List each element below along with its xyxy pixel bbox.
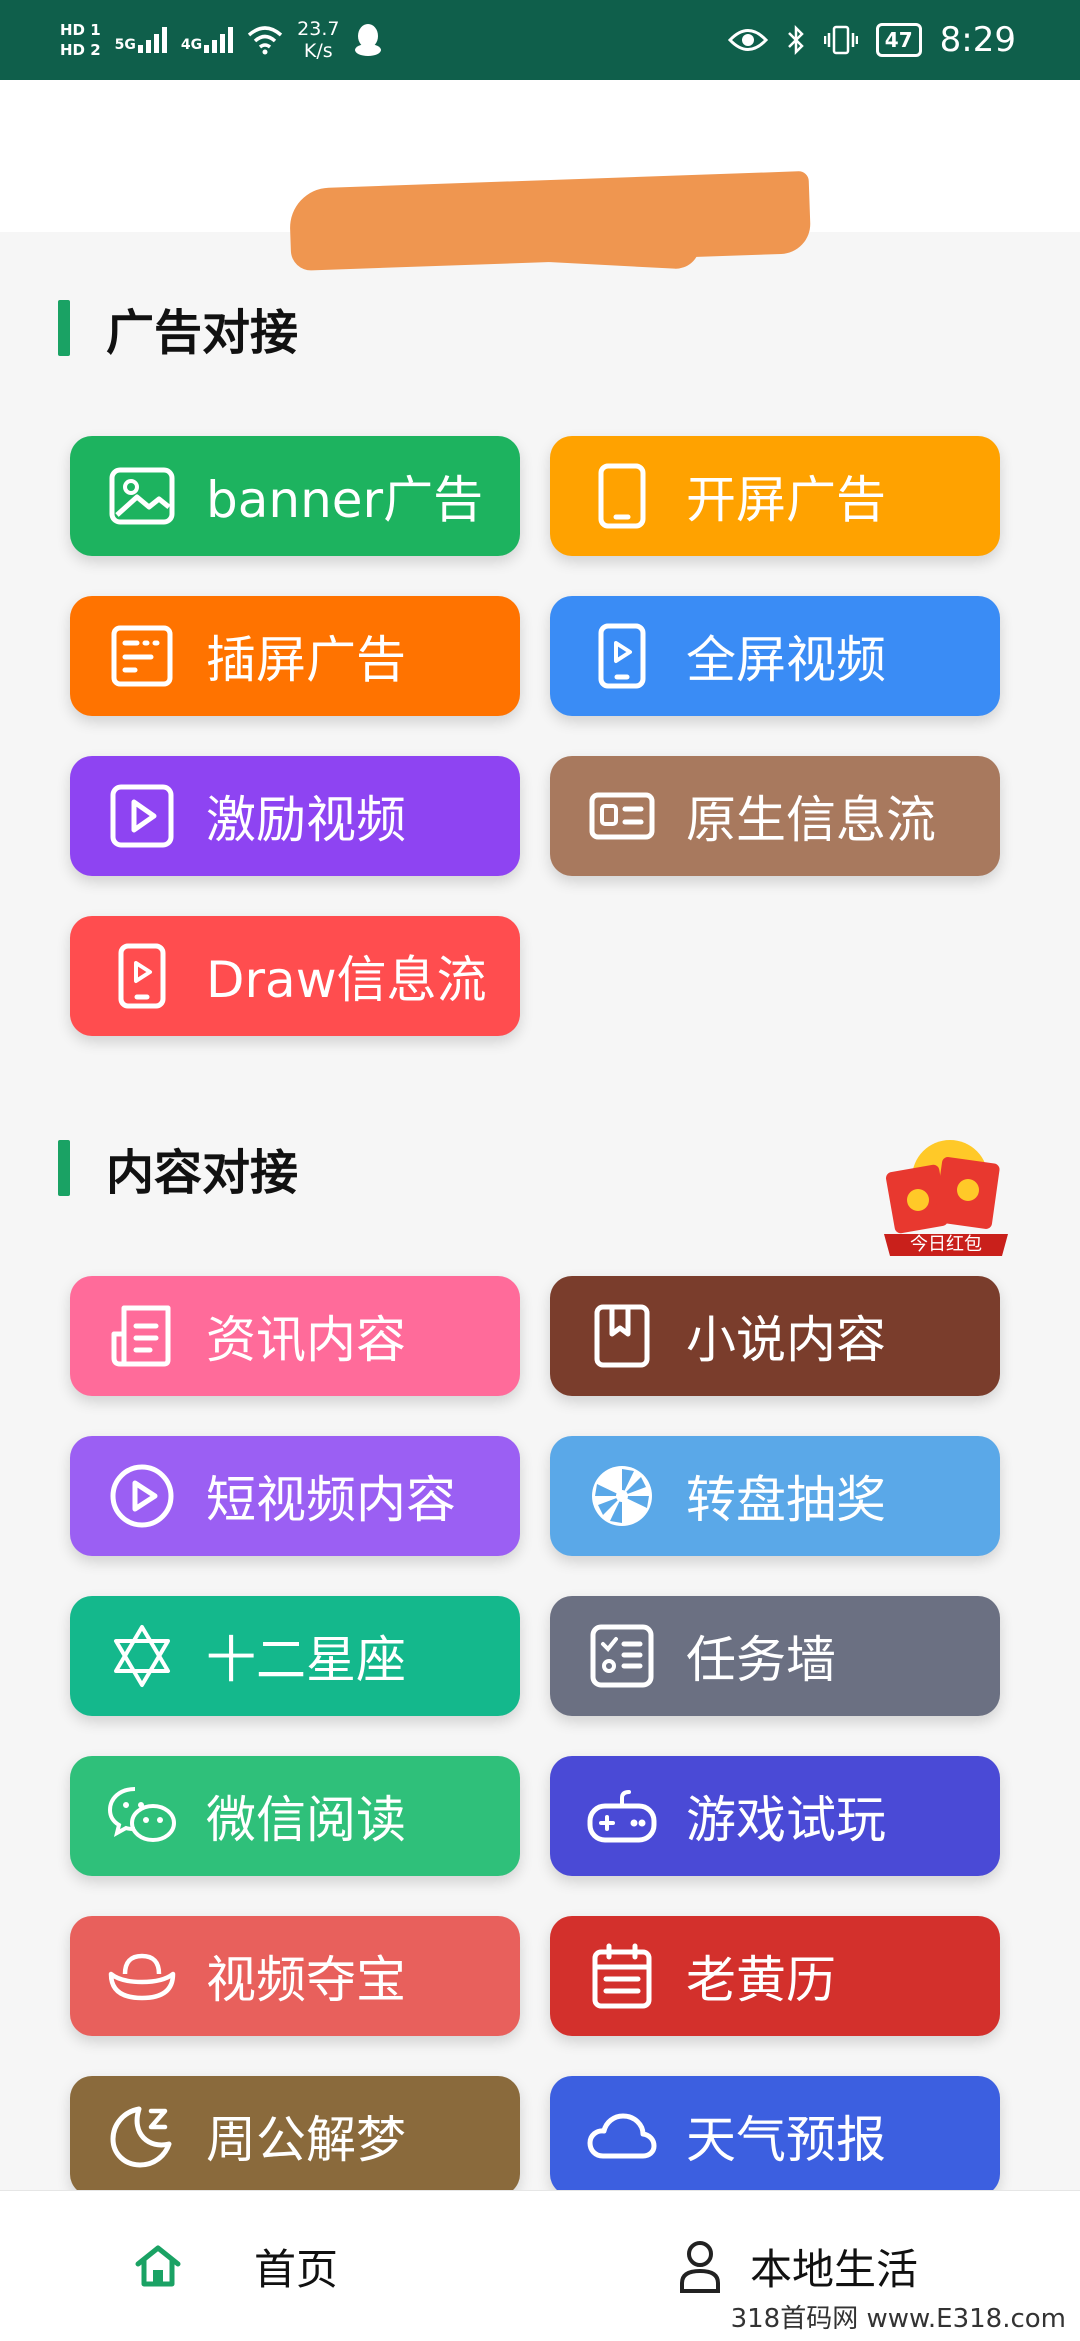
btn-banner-ad[interactable]: banner广告 [70, 436, 520, 556]
section-title-content-text: 内容对接 [106, 1145, 299, 1201]
book-icon [586, 1300, 658, 1372]
app-header [0, 80, 1080, 272]
btn-short-video[interactable]: 短视频内容 [70, 1436, 520, 1556]
nav-local-life[interactable]: 本地生活 [678, 2231, 918, 2301]
home-icon [135, 2245, 181, 2287]
ingot-icon [106, 1940, 178, 2012]
calendar-icon [586, 1940, 658, 2012]
btn-draw-feed-label: Draw信息流 [206, 951, 487, 1009]
btn-task-wall-label: 任务墙 [686, 1631, 836, 1689]
btn-wechat-reading-label: 微信阅读 [206, 1791, 406, 1849]
btn-novel-content[interactable]: 小说内容 [550, 1276, 1000, 1396]
btn-almanac-label: 老黄历 [686, 1951, 836, 2009]
btn-draw-feed[interactable]: Draw信息流 [70, 916, 520, 1036]
eye-icon [727, 29, 768, 51]
btn-fullscreen-video[interactable]: 全屏视频 [550, 596, 1000, 716]
person-icon [680, 2241, 720, 2293]
btn-task-wall[interactable]: 任务墙 [550, 1596, 1000, 1716]
net2-label: 4G [180, 37, 203, 53]
hd1-label: HD 1 [60, 21, 101, 39]
news-icon [106, 1300, 178, 1372]
btn-game-trial[interactable]: 游戏试玩 [550, 1756, 1000, 1876]
btn-news-content[interactable]: 资讯内容 [70, 1276, 520, 1396]
btn-dream-interpret-label: 周公解梦 [206, 2111, 406, 2169]
red-envelope-badge-text: 今日红包 [910, 1234, 982, 1255]
btn-video-treasure[interactable]: 视频夺宝 [70, 1916, 520, 2036]
btn-game-trial-label: 游戏试玩 [686, 1791, 886, 1849]
btn-weather-label: 天气预报 [686, 2111, 886, 2169]
btn-interstitial-ad[interactable]: 插屏广告 [70, 596, 520, 716]
wheel-icon [586, 1460, 658, 1532]
btn-lucky-wheel[interactable]: 转盘抽奖 [550, 1436, 1000, 1556]
btn-lucky-wheel-label: 转盘抽奖 [686, 1471, 886, 1529]
btn-rewarded-video-label: 激励视频 [206, 791, 406, 849]
cloud-icon [586, 2100, 658, 2172]
moon-icon [106, 2100, 178, 2172]
star-of-david-icon [106, 1620, 178, 1692]
phone-play-icon [106, 940, 178, 1012]
bottom-nav: 首页 本地生活 318首码网 www.E318.com [0, 2190, 1080, 2341]
qq-icon [355, 24, 382, 56]
card-icon [586, 780, 658, 852]
bluetooth-icon [787, 24, 804, 56]
speed-value: 23.7 [297, 18, 340, 40]
btn-short-video-label: 短视频内容 [206, 1471, 456, 1529]
window-icon [106, 620, 178, 692]
status-bar: HD 1 HD 2 5G 4G 23.7 K/s 47 8:29 [0, 0, 1080, 80]
nav-home-label: 首页 [254, 2244, 339, 2294]
clock: 8:29 [939, 20, 1016, 60]
watermark: 318首码网 www.E318.com [730, 2304, 1066, 2334]
section-accent-bar [58, 300, 70, 356]
hd-indicator: HD 1 HD 2 [60, 20, 101, 60]
btn-video-treasure-label: 视频夺宝 [206, 1951, 406, 2009]
checklist-icon [586, 1620, 658, 1692]
vibrate-icon [823, 25, 858, 55]
phone-icon [586, 460, 658, 532]
battery-icon: 47 [875, 23, 922, 57]
signal-2-icon: 4G [180, 27, 234, 53]
btn-rewarded-video[interactable]: 激励视频 [70, 756, 520, 876]
btn-interstitial-ad-label: 插屏广告 [206, 631, 406, 689]
btn-news-content-label: 资讯内容 [206, 1311, 406, 1369]
btn-almanac[interactable]: 老黄历 [550, 1916, 1000, 2036]
nav-local-life-label: 本地生活 [750, 2244, 919, 2294]
network-speed: 23.7 K/s [297, 18, 339, 62]
btn-native-feed-label: 原生信息流 [686, 791, 936, 849]
btn-banner-ad-label: banner广告 [206, 471, 484, 529]
btn-zodiac[interactable]: 十二星座 [70, 1596, 520, 1716]
btn-native-feed[interactable]: 原生信息流 [550, 756, 1000, 876]
btn-weather[interactable]: 天气预报 [550, 2076, 1000, 2196]
section-accent-bar [58, 1140, 70, 1196]
btn-splash-ad[interactable]: 开屏广告 [550, 436, 1000, 556]
btn-fullscreen-video-label: 全屏视频 [686, 631, 886, 689]
phone-play-icon [586, 620, 658, 692]
play-square-icon [106, 780, 178, 852]
hd2-label: HD 2 [60, 41, 101, 59]
play-circle-icon [106, 1460, 178, 1532]
btn-zodiac-label: 十二星座 [206, 1631, 406, 1689]
nav-home[interactable]: 首页 [134, 2231, 338, 2301]
wifi-icon [247, 26, 283, 55]
section-title-ads-text: 广告对接 [106, 305, 299, 361]
gamepad-icon [586, 1780, 658, 1852]
section-title-content: 内容对接 [58, 1133, 298, 1203]
signal-1-icon: 5G [115, 27, 167, 53]
section-title-ads: 广告对接 [58, 293, 298, 363]
btn-splash-ad-label: 开屏广告 [686, 471, 886, 529]
net1-label: 5G [114, 37, 136, 53]
image-icon [106, 460, 178, 532]
wechat-icon [106, 1780, 178, 1852]
btn-novel-content-label: 小说内容 [686, 1311, 886, 1369]
red-envelope-badge[interactable]: 今日红包 [876, 1138, 1016, 1270]
btn-dream-interpret[interactable]: 周公解梦 [70, 2076, 520, 2196]
speed-unit: K/s [303, 40, 333, 62]
btn-wechat-reading[interactable]: 微信阅读 [70, 1756, 520, 1876]
